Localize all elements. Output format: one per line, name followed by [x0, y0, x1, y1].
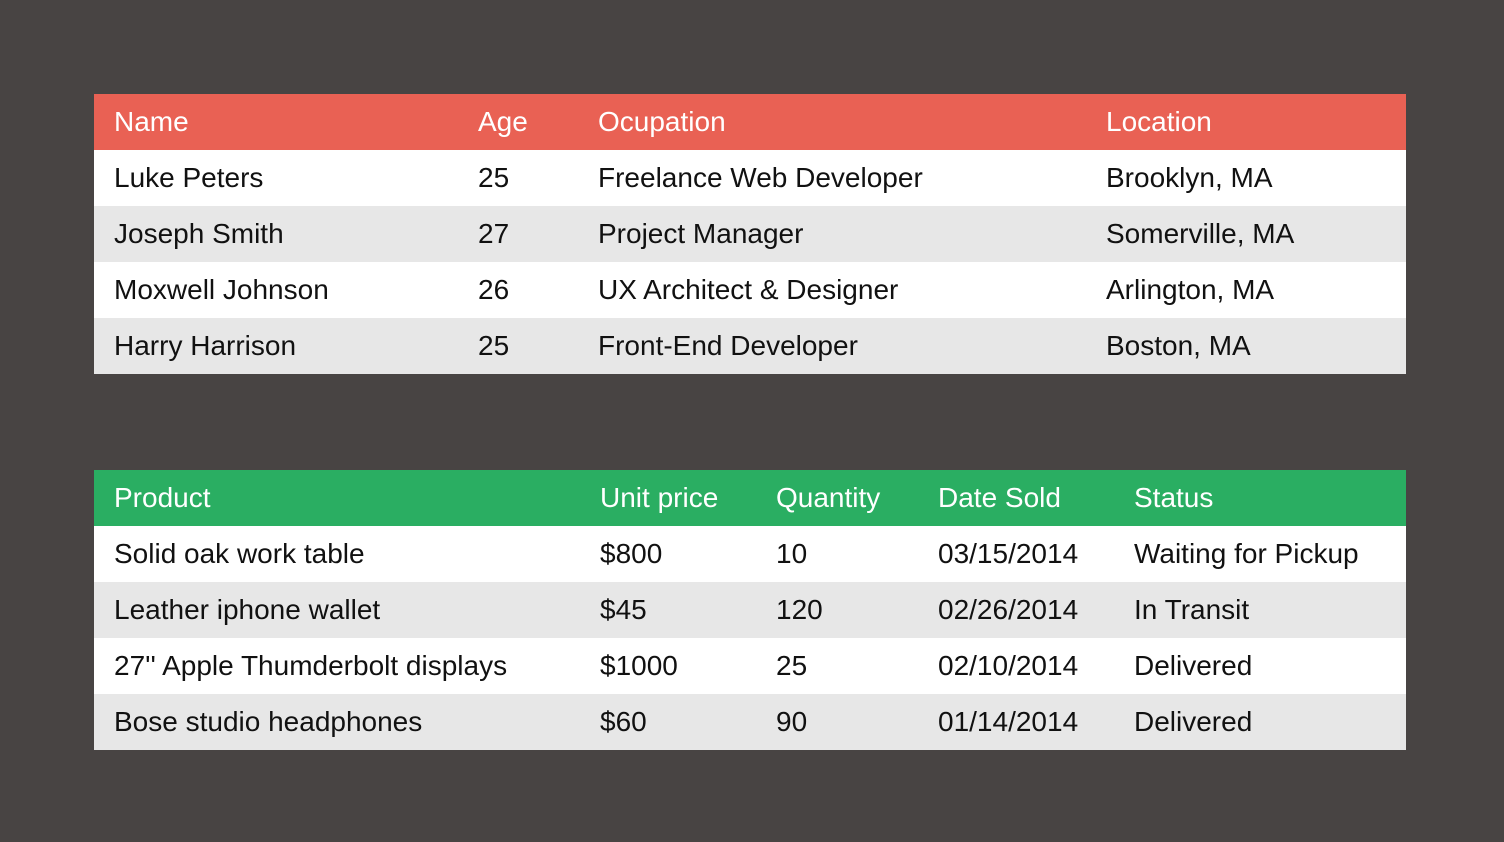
cell-product: Leather iphone wallet	[114, 594, 381, 625]
cell-name: Moxwell Johnson	[114, 274, 329, 305]
products-table-header-row: Product Unit price Quantity Date Sold St…	[94, 470, 1406, 526]
cell-location: Arlington, MA	[1106, 274, 1275, 305]
cell-age: 25	[478, 162, 510, 193]
cell-product: 27'' Apple Thumderbolt displays	[114, 650, 508, 681]
table-row: Bose studio headphones $60 90 01/14/2014…	[94, 694, 1406, 750]
table-row: 27'' Apple Thumderbolt displays $1000 25…	[94, 638, 1406, 694]
products-table: Product Unit price Quantity Date Sold St…	[94, 470, 1406, 750]
cell-occupation: Freelance Web Developer	[598, 162, 923, 193]
cell-date-sold: 01/14/2014	[938, 706, 1079, 737]
cell-occupation: Project Manager	[598, 218, 804, 249]
cell-age: 27	[478, 218, 510, 249]
cell-name: Harry Harrison	[114, 330, 297, 361]
cell-age: 25	[478, 330, 510, 361]
cell-name: Luke Peters	[114, 162, 264, 193]
cell-status: Delivered	[1134, 650, 1253, 681]
cell-quantity: 120	[776, 594, 823, 625]
people-table: Name Age Ocupation Location Luke Peters …	[94, 94, 1406, 374]
column-header-location: Location	[1106, 106, 1212, 137]
cell-product: Bose studio headphones	[114, 706, 423, 737]
table-row: Solid oak work table $800 10 03/15/2014 …	[94, 526, 1406, 582]
table-row: Leather iphone wallet $45 120 02/26/2014…	[94, 582, 1406, 638]
people-table-header-row: Name Age Ocupation Location	[94, 94, 1406, 150]
cell-unit-price: $60	[600, 706, 647, 737]
cell-age: 26	[478, 274, 510, 305]
table-row: Moxwell Johnson 26 UX Architect & Design…	[94, 262, 1406, 318]
cell-status: Waiting for Pickup	[1134, 538, 1359, 569]
cell-name: Joseph Smith	[114, 218, 284, 249]
cell-location: Boston, MA	[1106, 330, 1251, 361]
column-header-age: Age	[478, 106, 528, 137]
cell-unit-price: $800	[600, 538, 663, 569]
cell-quantity: 90	[776, 706, 808, 737]
cell-product: Solid oak work table	[114, 538, 365, 569]
cell-date-sold: 02/10/2014	[938, 650, 1079, 681]
cell-status: Delivered	[1134, 706, 1253, 737]
column-header-quantity: Quantity	[776, 482, 881, 513]
cell-date-sold: 03/15/2014	[938, 538, 1079, 569]
cell-date-sold: 02/26/2014	[938, 594, 1079, 625]
column-header-name: Name	[114, 106, 189, 137]
cell-occupation: Front-End Developer	[598, 330, 858, 361]
cell-quantity: 25	[776, 650, 808, 681]
column-header-occupation: Ocupation	[598, 106, 726, 137]
table-row: Harry Harrison 25 Front-End Developer Bo…	[94, 318, 1406, 374]
column-header-date-sold: Date Sold	[938, 482, 1061, 513]
cell-quantity: 10	[776, 538, 808, 569]
cell-status: In Transit	[1134, 594, 1250, 625]
cell-unit-price: $45	[600, 594, 647, 625]
column-header-product: Product	[114, 482, 211, 513]
cell-location: Brooklyn, MA	[1106, 162, 1273, 193]
cell-occupation: UX Architect & Designer	[598, 274, 899, 305]
cell-location: Somerville, MA	[1106, 218, 1295, 249]
cell-unit-price: $1000	[600, 650, 678, 681]
column-header-unit-price: Unit price	[600, 482, 719, 513]
column-header-status: Status	[1134, 482, 1214, 513]
table-row: Luke Peters 25 Freelance Web Developer B…	[94, 150, 1406, 206]
table-row: Joseph Smith 27 Project Manager Somervil…	[94, 206, 1406, 262]
